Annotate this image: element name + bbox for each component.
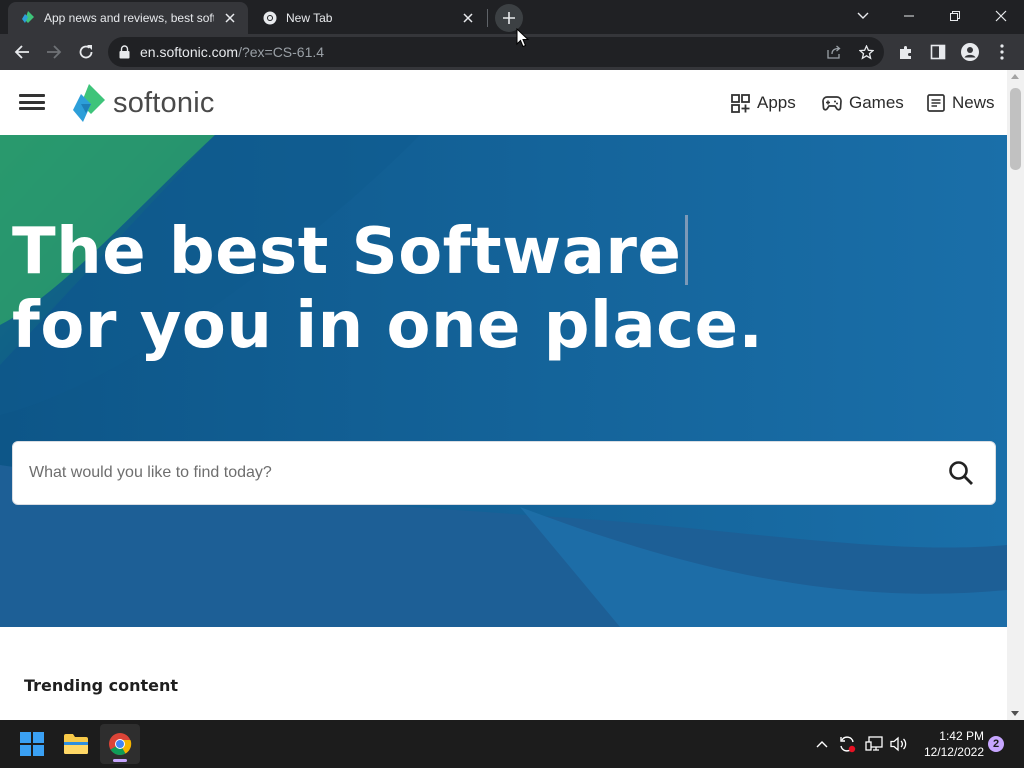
mouse-cursor-icon	[516, 28, 530, 48]
nav-news[interactable]: News	[927, 90, 995, 116]
side-panel-button[interactable]	[924, 38, 952, 66]
close-tab-icon[interactable]	[458, 8, 478, 28]
close-window-button[interactable]	[978, 0, 1024, 32]
site-header: softonic Apps Games News	[0, 70, 1007, 135]
lock-icon[interactable]	[119, 45, 130, 59]
plus-icon	[503, 12, 515, 24]
minimize-icon	[904, 15, 914, 17]
scroll-thumb[interactable]	[1010, 88, 1021, 170]
notification-badge[interactable]: 2	[988, 736, 1004, 752]
softonic-logo-icon	[73, 84, 105, 122]
url-host: en.softonic.com	[140, 44, 239, 60]
close-icon	[995, 10, 1007, 22]
nav-news-label: News	[952, 93, 995, 112]
clock-time: 1:42 PM	[939, 729, 984, 743]
close-tab-icon[interactable]	[220, 8, 240, 28]
trending-heading: Trending content	[24, 676, 179, 695]
restore-icon	[950, 11, 960, 21]
logo-wordmark: softonic	[113, 86, 215, 119]
page-viewport: softonic Apps Games News The best Softwa…	[0, 70, 1024, 720]
back-arrow-icon	[14, 45, 29, 59]
hero-title: The best Software for you in one place.	[12, 215, 763, 363]
tab-new-tab[interactable]: New Tab	[250, 2, 486, 34]
softonic-logo[interactable]: softonic	[71, 82, 215, 124]
network-icon[interactable]	[864, 734, 884, 754]
url-path: /?ex=CS-61.4	[238, 44, 325, 60]
active-app-indicator	[113, 759, 127, 762]
side-panel-icon	[930, 44, 946, 60]
search-button[interactable]	[933, 445, 989, 501]
tab-title: New Tab	[286, 11, 333, 25]
softonic-favicon-icon	[20, 10, 36, 26]
search-icon	[949, 461, 973, 485]
bookmark-star-icon[interactable]	[853, 39, 879, 65]
puzzle-icon	[900, 46, 911, 59]
nav-apps-label: Apps	[757, 93, 796, 112]
url-text: en.softonic.com/?ex=CS-61.4	[140, 44, 324, 60]
menu-button[interactable]	[988, 38, 1016, 66]
forward-arrow-icon	[47, 45, 62, 59]
address-bar[interactable]: en.softonic.com/?ex=CS-61.4	[108, 37, 884, 67]
hamburger-menu-icon[interactable]	[19, 92, 45, 112]
show-hidden-icons-chevron-up-icon[interactable]	[812, 734, 832, 754]
tab-softonic[interactable]: App news and reviews, best softw	[8, 2, 248, 34]
profile-button[interactable]	[956, 38, 984, 66]
nav-games[interactable]: Games	[822, 90, 904, 116]
chrome-taskbar-button[interactable]	[100, 724, 140, 764]
search-box	[12, 441, 996, 505]
sync-icon[interactable]	[837, 734, 857, 754]
browser-toolbar: en.softonic.com/?ex=CS-61.4	[0, 34, 1024, 70]
hero-background	[0, 135, 1007, 627]
tab-separator	[487, 9, 488, 27]
tab-search-button[interactable]	[840, 0, 886, 32]
kebab-menu-icon	[1000, 44, 1004, 60]
system-clock[interactable]: 1:42 PM 12/12/2022	[918, 728, 984, 760]
newspaper-icon	[927, 94, 945, 112]
forward-button[interactable]	[40, 38, 68, 66]
start-button[interactable]	[12, 724, 52, 764]
typing-caret	[685, 215, 689, 285]
hero-title-line2: for you in one place.	[12, 289, 764, 363]
volume-icon[interactable]	[889, 734, 909, 754]
minimize-button[interactable]	[886, 0, 932, 32]
chrome-icon	[262, 10, 278, 26]
scroll-down-arrow-icon[interactable]	[1011, 711, 1019, 716]
clock-date: 12/12/2022	[923, 745, 984, 759]
nav-apps[interactable]: Apps	[731, 90, 796, 116]
file-explorer-button[interactable]	[56, 724, 96, 764]
browser-tab-strip: App news and reviews, best softw New Tab	[0, 0, 1024, 34]
folder-icon	[64, 734, 88, 754]
reload-icon	[79, 45, 93, 59]
scroll-up-arrow-icon[interactable]	[1011, 74, 1019, 79]
profile-avatar-icon	[961, 43, 979, 61]
search-input[interactable]	[29, 464, 933, 482]
share-icon[interactable]	[821, 39, 847, 65]
page-scrollbar[interactable]	[1007, 70, 1024, 720]
reload-button[interactable]	[72, 38, 100, 66]
tab-title: App news and reviews, best softw	[44, 11, 214, 25]
nav-games-label: Games	[849, 93, 904, 112]
gamepad-icon	[822, 95, 842, 111]
windows-logo-icon	[20, 732, 44, 756]
chevron-down-icon	[857, 12, 869, 19]
windows-taskbar: 1:42 PM 12/12/2022	[0, 720, 1024, 768]
back-button[interactable]	[8, 38, 36, 66]
hero-title-line1: The best Software	[12, 215, 763, 289]
chrome-icon	[109, 733, 132, 755]
hero-banner: The best Software for you in one place.	[0, 135, 1007, 627]
apps-grid-icon	[731, 93, 750, 113]
restore-button[interactable]	[932, 0, 978, 32]
extensions-button[interactable]	[892, 38, 920, 66]
